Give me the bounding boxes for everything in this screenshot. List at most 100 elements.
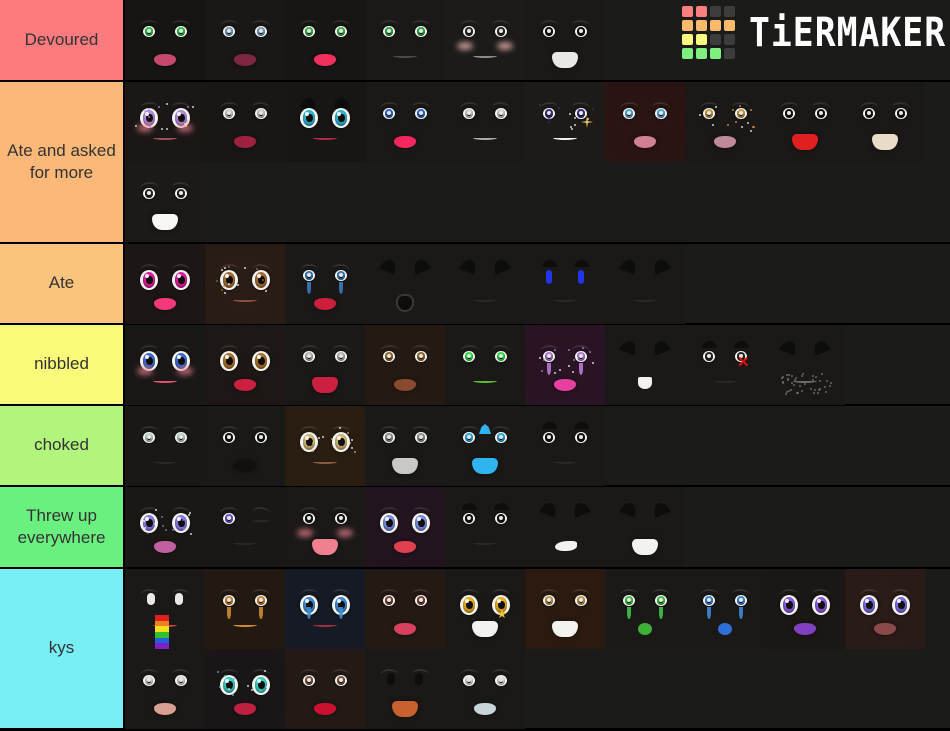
eye-sclera	[623, 108, 635, 119]
eye-shine	[225, 274, 229, 278]
tier-item[interactable]	[525, 82, 605, 162]
eye-iris	[303, 110, 316, 126]
tier-item[interactable]	[445, 0, 525, 80]
tier-items-5[interactable]	[125, 487, 950, 567]
tier-item[interactable]	[285, 649, 365, 729]
tier-item[interactable]	[525, 487, 605, 567]
tier-item[interactable]	[125, 162, 205, 242]
sparkle	[582, 347, 584, 349]
tier-item[interactable]: ✕	[685, 325, 765, 405]
tier-item[interactable]	[125, 649, 205, 729]
tier-item[interactable]	[125, 487, 205, 567]
tier-item[interactable]	[685, 82, 765, 162]
tier-item[interactable]	[205, 325, 285, 405]
tier-item[interactable]	[605, 244, 685, 324]
tier-item[interactable]	[125, 0, 205, 80]
tier-label-2[interactable]: Ate	[0, 244, 125, 323]
sparkle	[568, 349, 570, 351]
eye-sclera	[335, 351, 347, 362]
sparkle	[158, 106, 160, 108]
face-canvas	[285, 487, 365, 567]
tier-item[interactable]	[205, 0, 285, 80]
eye-sclera	[655, 595, 667, 606]
tier-items-3[interactable]: ✕	[125, 325, 950, 404]
eye-shine	[899, 111, 903, 115]
tier-item[interactable]	[205, 244, 285, 324]
tier-item[interactable]	[285, 0, 365, 80]
tier-item[interactable]	[205, 406, 285, 486]
tier-item[interactable]	[445, 82, 525, 162]
tier-item[interactable]	[445, 325, 525, 405]
mouth	[233, 625, 257, 627]
tier-item[interactable]	[285, 487, 365, 567]
tier-item[interactable]	[285, 325, 365, 405]
tier-label-5[interactable]: Threw up everywhere	[0, 487, 125, 567]
tier-items-1[interactable]	[125, 82, 950, 242]
tier-item[interactable]	[685, 569, 765, 649]
tier-item[interactable]	[285, 82, 365, 162]
tier-item[interactable]	[365, 487, 445, 567]
sparkle	[741, 126, 743, 128]
mouth	[312, 377, 338, 393]
tier-item[interactable]	[605, 325, 685, 405]
tier-item[interactable]	[125, 406, 205, 486]
eye-shine	[385, 517, 389, 521]
tier-items-6[interactable]	[125, 569, 950, 728]
tier-item[interactable]	[605, 569, 685, 649]
eye-sclera	[415, 351, 427, 362]
tier-item[interactable]	[365, 82, 445, 162]
tier-item[interactable]	[285, 406, 365, 486]
eye-sclera	[143, 675, 155, 686]
mouth	[473, 138, 497, 140]
eye-shine	[419, 354, 423, 358]
tier-item[interactable]	[445, 569, 525, 649]
tier-item[interactable]	[285, 244, 365, 324]
tier-item[interactable]	[285, 569, 365, 649]
tier-item[interactable]	[845, 569, 925, 649]
tier-item[interactable]	[525, 406, 605, 486]
tier-item[interactable]	[125, 82, 205, 162]
tier-label-6[interactable]: kys	[0, 569, 125, 728]
tier-item[interactable]	[205, 569, 285, 649]
scribble-dot	[797, 392, 799, 394]
tier-item[interactable]	[125, 244, 205, 324]
tier-item[interactable]	[365, 244, 445, 324]
tier-item[interactable]	[205, 487, 285, 567]
tier-label-4[interactable]: choked	[0, 406, 125, 485]
tier-item[interactable]	[365, 569, 445, 649]
tier-item[interactable]	[445, 406, 525, 486]
eye	[578, 270, 584, 284]
tier-item[interactable]	[365, 0, 445, 80]
tier-item[interactable]	[445, 487, 525, 567]
face-canvas	[765, 569, 845, 649]
tier-item[interactable]	[765, 82, 845, 162]
tier-item[interactable]	[765, 569, 845, 649]
tier-item[interactable]	[525, 244, 605, 324]
tier-item[interactable]	[525, 569, 605, 649]
tier-items-0[interactable]	[125, 0, 950, 80]
tier-item[interactable]	[365, 649, 445, 729]
tier-item[interactable]	[125, 325, 205, 405]
tier-item[interactable]	[525, 0, 605, 80]
tear-drop	[339, 607, 343, 619]
tier-label-0[interactable]: Devoured	[0, 0, 125, 80]
tier-item[interactable]	[525, 325, 605, 405]
eye-iris	[305, 27, 314, 36]
tier-item[interactable]	[205, 82, 285, 162]
tier-item[interactable]	[605, 82, 685, 162]
tier-item[interactable]	[445, 244, 525, 324]
tier-item[interactable]	[365, 406, 445, 486]
tier-items-4[interactable]	[125, 406, 950, 485]
tier-items-2[interactable]	[125, 244, 950, 323]
tier-item[interactable]	[605, 487, 685, 567]
tier-item[interactable]	[365, 325, 445, 405]
eye-shine	[659, 598, 663, 602]
tier-item[interactable]	[765, 325, 845, 405]
tier-item[interactable]	[445, 649, 525, 729]
tier-item[interactable]	[845, 82, 925, 162]
eye-shine	[179, 29, 183, 33]
tier-label-1[interactable]: Ate and asked for more	[0, 82, 125, 242]
tier-item[interactable]	[205, 649, 285, 729]
tier-item[interactable]	[125, 569, 205, 649]
tier-label-3[interactable]: nibbled	[0, 325, 125, 404]
